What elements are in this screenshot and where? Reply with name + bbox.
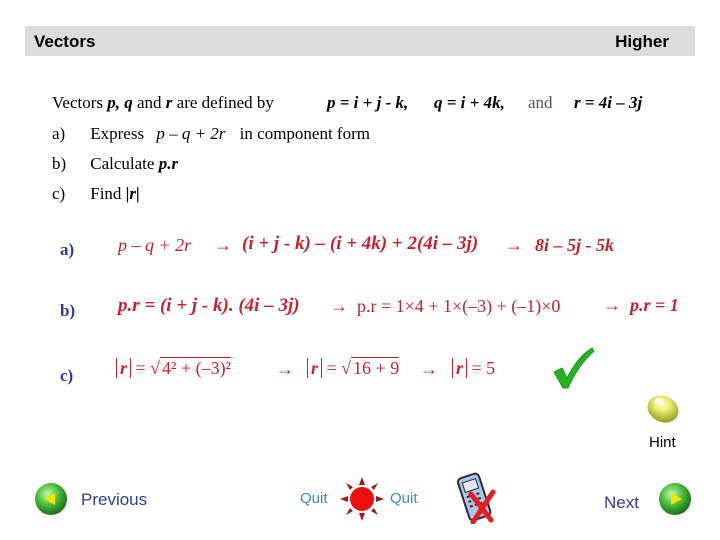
- vector-r: r: [165, 93, 173, 112]
- answer-a-arrow-1: →: [214, 235, 232, 255]
- next-arrow-icon[interactable]: [658, 482, 692, 516]
- vector-q: q: [124, 93, 133, 112]
- answer-c-arrow-1: →: [276, 359, 294, 379]
- previous-button[interactable]: Previous: [81, 490, 147, 510]
- correct-checkmark-icon: [553, 347, 595, 389]
- part-c-expression: |r|: [125, 184, 140, 203]
- quit-button-left[interactable]: Quit: [300, 490, 328, 507]
- part-c: c) Find |r|: [52, 184, 140, 203]
- answer-c-step2: r = √ 16 + 9: [307, 357, 400, 379]
- answer-a-label: a): [60, 240, 75, 259]
- hint-label[interactable]: Hint: [649, 434, 676, 451]
- answer-a-arrow-2: →: [505, 235, 523, 255]
- answer-b-step1: p.r = (i + j - k). (4i – 3j): [118, 295, 300, 316]
- part-b: b) Calculate p.r: [52, 154, 179, 173]
- and-word: and: [528, 93, 553, 112]
- sun-quit-icon[interactable]: [340, 477, 384, 521]
- answer-c-step1: r = √ 4² + (–3)²: [116, 357, 231, 379]
- answer-b-result: p.r = 1: [630, 295, 679, 315]
- radicand-2: 16 + 9: [351, 357, 400, 378]
- answer-c-label: c): [60, 366, 74, 385]
- phone-quit-icon[interactable]: [455, 470, 501, 524]
- p-definition: p = i + j - k,: [327, 93, 409, 112]
- answer-b-arrow-2: →: [603, 295, 621, 315]
- topic-title: Vectors: [34, 32, 96, 51]
- hint-button[interactable]: [644, 391, 682, 427]
- answer-a-result: 8i – 5j - 5k: [535, 235, 614, 255]
- part-a-expression: p – q + 2r: [156, 124, 226, 143]
- q-definition: q = i + 4k,: [434, 93, 505, 112]
- level-label: Higher: [615, 32, 669, 51]
- answer-b-label: b): [60, 301, 76, 320]
- answer-c-arrow-2: →: [420, 359, 438, 379]
- part-a: a) Express p – q + 2r in component form: [52, 124, 370, 143]
- quit-button-right[interactable]: Quit: [390, 490, 418, 507]
- answer-b-step2: p.r = 1×4 + 1×(–3) + (–1)×0: [357, 296, 561, 316]
- question-intro: Vectors p, q and r are defined by: [52, 93, 274, 112]
- vector-p: p,: [107, 93, 120, 112]
- answer-b-arrow-1: →: [330, 296, 348, 316]
- previous-arrow-icon[interactable]: [34, 482, 68, 516]
- header-bar: Vectors Higher: [25, 26, 695, 56]
- answer-a-step2: (i + j - k) – (i + 4k) + 2(4i – 3j): [242, 233, 479, 254]
- part-b-expression: p.r: [158, 154, 179, 173]
- magnitude-r: r: [116, 358, 132, 378]
- answer-c-result: r = 5: [452, 358, 495, 379]
- answer-a-step1: p – q + 2r: [118, 235, 192, 255]
- r-definition: r = 4i – 3j: [574, 93, 643, 112]
- next-button[interactable]: Next: [604, 493, 639, 513]
- radicand-1: 4² + (–3)²: [160, 357, 231, 378]
